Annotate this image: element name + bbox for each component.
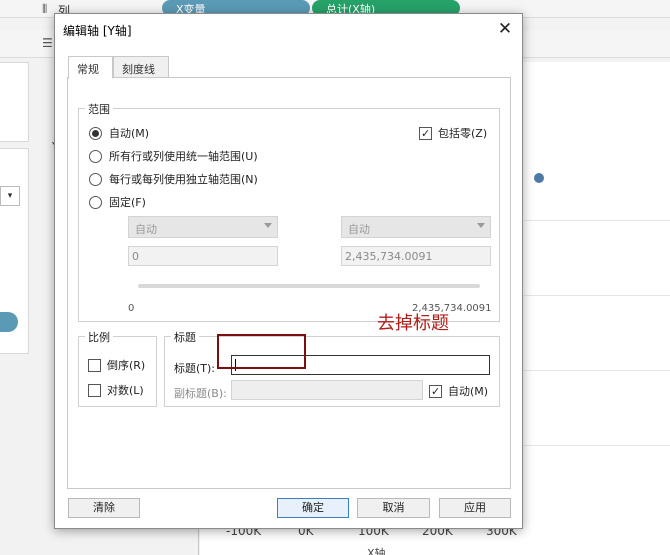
checkbox[interactable] (419, 126, 432, 140)
apply-button[interactable]: 应用 (439, 498, 511, 518)
range-slider[interactable] (138, 284, 480, 288)
data-point[interactable] (534, 173, 544, 183)
subtitle-field-label: 副标题(B): (174, 387, 227, 400)
title-field-label: 标题(T): (174, 362, 216, 375)
start-select-value: 自动 (135, 223, 157, 236)
start-range-input[interactable]: 0 (128, 246, 278, 266)
radio-independent-range[interactable]: 每行或每列使用独立轴范围(N) (89, 171, 258, 187)
include-zero-checkbox[interactable]: 包括零(Z) (419, 125, 487, 141)
radio-fixed-label: 固定(F) (109, 196, 146, 209)
tab-tick-marks[interactable]: 刻度线 (113, 56, 169, 78)
scale-group-title: 比例 (85, 329, 113, 345)
ok-button[interactable]: 确定 (277, 498, 349, 518)
gridline (524, 370, 670, 371)
chevron-down-icon (477, 223, 485, 228)
end-range-input[interactable]: 2,435,734.0091 (341, 246, 491, 266)
radio-button[interactable] (89, 126, 102, 140)
radio-uniform-label: 所有行或列使用统一轴范围(U) (109, 150, 258, 163)
titles-group-title: 标题 (171, 329, 199, 345)
radio-button[interactable] (89, 149, 102, 163)
tab-general[interactable]: 常规 (68, 56, 113, 79)
radio-button[interactable] (89, 195, 102, 209)
cancel-button[interactable]: 取消 (357, 498, 430, 518)
annotation-label: 去掉标题 (377, 313, 449, 334)
radio-fixed[interactable]: 固定(F) (89, 194, 146, 210)
edit-axis-dialog: 编辑轴 [Y轴] ✕ 常规 刻度线 范围 自动(M) 所有行或列使用统一轴范围(… (54, 13, 523, 529)
tab-panel-general: 范围 自动(M) 所有行或列使用统一轴范围(U) 每行或每列使用独立轴范围(N)… (67, 77, 511, 489)
radio-independent-label: 每行或每列使用独立轴范围(N) (109, 173, 258, 186)
radio-auto[interactable]: 自动(M) (89, 125, 149, 141)
logarithmic-checkbox[interactable]: 对数(L) (88, 382, 144, 398)
logarithmic-label: 对数(L) (107, 384, 144, 397)
chevron-down-icon (264, 223, 272, 228)
checkbox[interactable] (429, 384, 442, 398)
include-zero-label: 包括零(Z) (438, 127, 488, 140)
side-dropdown[interactable]: ▾ (0, 186, 20, 206)
gridline (524, 220, 670, 221)
radio-auto-label: 自动(M) (109, 127, 150, 140)
end-select-value: 自动 (348, 223, 370, 236)
clear-button[interactable]: 清除 (68, 498, 140, 518)
close-icon[interactable]: ✕ (494, 18, 516, 40)
checkbox[interactable] (88, 383, 101, 397)
reversed-checkbox[interactable]: 倒序(R) (88, 357, 145, 373)
dialog-titlebar[interactable]: 编辑轴 [Y轴] ✕ (55, 14, 522, 44)
reversed-label: 倒序(R) (107, 359, 146, 372)
slider-min-label: 0 (128, 303, 135, 314)
subtitle-auto-label: 自动(M) (448, 385, 489, 398)
dialog-title: 编辑轴 [Y轴] (63, 24, 132, 38)
end-range-select[interactable]: 自动 (341, 216, 491, 238)
start-range-select[interactable]: 自动 (128, 216, 278, 238)
axis-titles-group: 标题 标题(T): 副标题(B): 自动(M) (164, 329, 500, 407)
axis-subtitle-input[interactable] (231, 380, 423, 400)
gridline (524, 445, 670, 446)
radio-uniform-range[interactable]: 所有行或列使用统一轴范围(U) (89, 148, 258, 164)
side-card-top (0, 62, 29, 142)
radio-button[interactable] (89, 172, 102, 186)
gridline (524, 295, 670, 296)
scale-group: 比例 倒序(R) 对数(L) (78, 329, 157, 407)
range-group-title: 范围 (85, 101, 113, 117)
annotation-highlight-box (217, 334, 306, 369)
range-group: 范围 自动(M) 所有行或列使用统一轴范围(U) 每行或每列使用独立轴范围(N)… (78, 101, 500, 322)
x-axis-title: X轴 (367, 547, 386, 555)
subtitle-auto-checkbox[interactable]: 自动(M) (429, 383, 488, 399)
checkbox[interactable] (88, 358, 101, 372)
